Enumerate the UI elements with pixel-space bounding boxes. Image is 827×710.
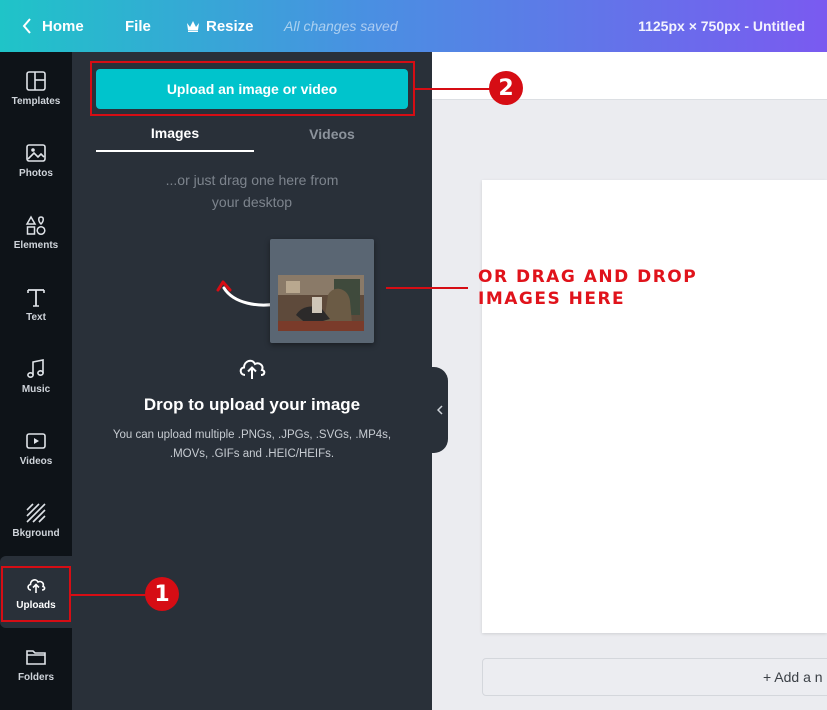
drop-desc-line1: You can upload multiple .PNGs, .JPGs, .S… [112, 429, 392, 441]
drop-description: You can upload multiple .PNGs, .JPGs, .S… [102, 426, 402, 464]
preview-photo [278, 275, 364, 331]
drag-hint-line1: ...or just drag one here from [165, 172, 339, 188]
drag-text-line2: IMAGES HERE [478, 289, 626, 309]
sidebar-item-folders[interactable]: Folders [0, 628, 72, 700]
annotation-line-2 [415, 88, 493, 90]
drop-desc-line2: .MOVs, .GIFs and .HEIC/HEIFs. [169, 448, 335, 460]
dragged-image-preview [270, 239, 374, 343]
sidebar-item-music[interactable]: Music [0, 340, 72, 412]
elements-icon [25, 214, 46, 235]
sidebar-item-templates[interactable]: Templates [0, 52, 72, 124]
home-label: Home [42, 17, 84, 35]
tab-videos[interactable]: Videos [253, 116, 411, 152]
sidebar-item-text[interactable]: Text [0, 268, 72, 340]
sidebar-item-label: Bkground [12, 527, 60, 539]
music-icon [27, 358, 44, 378]
top-bar: Home File Resize All changes saved 1125p… [0, 0, 827, 52]
text-icon [27, 288, 45, 307]
folder-icon [26, 649, 46, 665]
crown-icon [187, 21, 199, 32]
sidebar-item-videos[interactable]: Videos [0, 412, 72, 484]
step-badge-1: 1 [145, 577, 179, 611]
add-page-button[interactable]: + Add a n [482, 658, 827, 696]
resize-label: Resize [206, 17, 254, 35]
design-canvas[interactable] [482, 180, 827, 633]
sidebar-item-label: Templates [11, 95, 61, 107]
sidebar-item-label: Photos [19, 167, 53, 179]
sidebar-item-elements[interactable]: Elements [0, 196, 72, 268]
chevron-left-icon [437, 405, 443, 415]
photos-icon [26, 143, 46, 162]
videos-icon [26, 432, 46, 449]
sidebar-item-label: Music [21, 383, 51, 395]
save-status: All changes saved [284, 18, 398, 34]
sidebar-item-label: Folders [17, 671, 55, 683]
upload-cloud-icon [239, 359, 266, 379]
file-menu[interactable]: File [125, 0, 151, 52]
sidebar-item-label: Text [26, 311, 46, 323]
chevron-left-icon [22, 18, 31, 34]
home-button[interactable]: Home [22, 0, 84, 52]
sidebar-item-label: Videos [19, 455, 53, 467]
tab-images[interactable]: Images [96, 116, 254, 152]
drop-title: Drop to upload your image [143, 395, 361, 414]
collapse-panel-handle[interactable] [432, 367, 448, 453]
document-title[interactable]: 1125px × 750px - Untitled [638, 0, 805, 52]
annotation-line-drag [386, 287, 468, 289]
drag-text-line1: OR DRAG AND DROP [478, 267, 698, 287]
step-badge-2: 2 [489, 71, 523, 105]
resize-button[interactable]: Resize [186, 0, 254, 52]
drag-drop-annotation: OR DRAG AND DROP IMAGES HERE [478, 266, 697, 310]
highlight-upload-button [90, 61, 415, 116]
highlight-uploads-item [1, 566, 71, 622]
background-icon [26, 502, 46, 523]
sidebar-item-label: Elements [13, 239, 59, 251]
annotation-line-1 [71, 594, 149, 596]
sidebar-item-background[interactable]: Bkground [0, 484, 72, 556]
drag-hint-line2: your desktop [211, 194, 293, 210]
templates-icon [26, 70, 46, 91]
sidebar-item-photos[interactable]: Photos [0, 124, 72, 196]
uploads-panel: Upload an image or video Images Videos .… [72, 52, 432, 710]
drag-hint: ...or just drag one here from your deskt… [112, 169, 392, 213]
